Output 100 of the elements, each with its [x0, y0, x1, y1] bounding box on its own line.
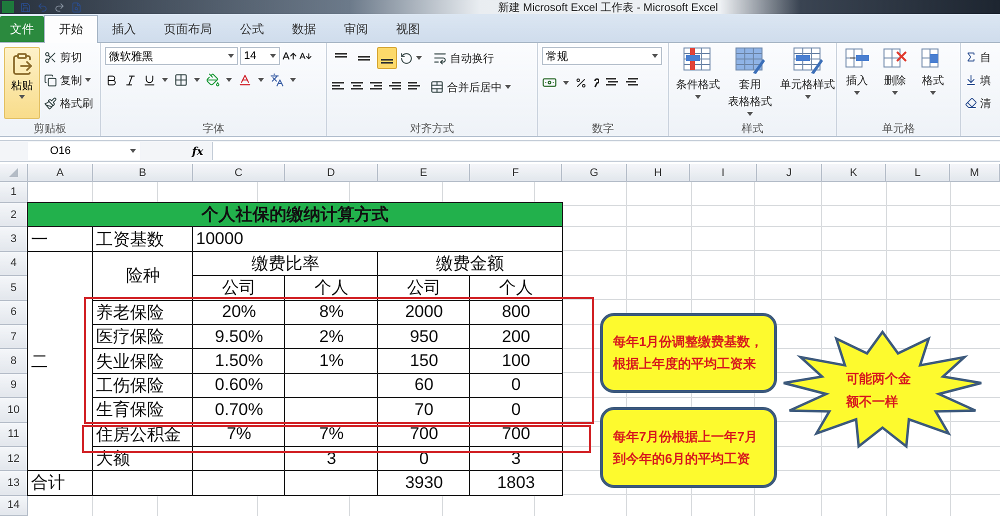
- column-header[interactable]: E: [378, 164, 470, 182]
- clipboard-action[interactable]: 格式刷: [44, 93, 93, 113]
- number-format-field[interactable]: 常规: [542, 47, 662, 65]
- clipboard-icon[interactable]: [10, 52, 34, 76]
- style-button[interactable]: 条件格式: [673, 47, 723, 122]
- caret-icon[interactable]: [270, 54, 276, 58]
- row-header[interactable]: 6: [0, 300, 28, 325]
- caret-icon[interactable]: [194, 78, 200, 82]
- scissors-icon[interactable]: [44, 50, 57, 64]
- row-header[interactable]: 2: [0, 203, 28, 228]
- column-header[interactable]: L: [886, 164, 950, 182]
- column-header[interactable]: B: [93, 164, 193, 182]
- insert-function-button[interactable]: fx: [192, 144, 208, 158]
- column-header[interactable]: K: [822, 164, 886, 182]
- caret-icon[interactable]: [505, 85, 511, 89]
- caret-icon[interactable]: [85, 78, 91, 82]
- style-button[interactable]: 套用 表格格式: [725, 47, 775, 122]
- row-header[interactable]: 11: [0, 422, 28, 447]
- sum-icon[interactable]: [965, 51, 977, 63]
- cells-button[interactable]: 插入: [841, 47, 873, 122]
- caret-icon[interactable]: [416, 56, 422, 60]
- cells-button[interactable]: 格式: [917, 47, 949, 122]
- clipboard-action[interactable]: 剪切: [44, 47, 93, 67]
- ribbon-tab[interactable]: 审阅: [330, 16, 382, 42]
- name-box[interactable]: O16: [28, 142, 140, 160]
- decrease-decimal-icon[interactable]: [625, 76, 639, 88]
- caret-icon[interactable]: [854, 91, 860, 95]
- ribbon-tab[interactable]: 开始: [44, 15, 98, 43]
- row-header[interactable]: 14: [0, 496, 28, 516]
- column-header[interactable]: A: [28, 164, 93, 182]
- caret-icon[interactable]: [892, 91, 898, 95]
- font-size-field[interactable]: 14: [240, 47, 280, 65]
- paintbrush-icon[interactable]: [44, 96, 57, 110]
- column-header[interactable]: C: [193, 164, 285, 182]
- column-header[interactable]: D: [285, 164, 378, 182]
- row-header[interactable]: 10: [0, 398, 28, 423]
- bold-icon[interactable]: [105, 74, 118, 86]
- eraser-icon[interactable]: [965, 97, 977, 109]
- caret-icon[interactable]: [162, 78, 168, 82]
- row-header[interactable]: 7: [0, 324, 28, 350]
- wrap-text-icon[interactable]: [433, 51, 447, 65]
- column-header[interactable]: M: [950, 164, 1000, 182]
- caret-icon[interactable]: [258, 78, 264, 82]
- row-header[interactable]: 13: [0, 471, 28, 496]
- copy-icon[interactable]: [44, 74, 57, 86]
- caret-icon[interactable]: [652, 54, 658, 58]
- clipboard-action[interactable]: 复制: [44, 70, 93, 90]
- column-header[interactable]: F: [470, 164, 562, 182]
- fill-color-icon[interactable]: [206, 73, 220, 87]
- ribbon-tab[interactable]: 文件: [0, 16, 44, 42]
- caret-icon[interactable]: [804, 95, 810, 99]
- caret-icon[interactable]: [130, 149, 136, 153]
- ribbon-tab[interactable]: 数据: [278, 16, 330, 42]
- font-name-field[interactable]: 微软雅黑: [105, 47, 238, 65]
- redo-icon[interactable]: [54, 2, 65, 12]
- ribbon-tab[interactable]: 插入: [98, 16, 150, 42]
- paste-button[interactable]: 粘贴: [4, 47, 40, 119]
- fill-down-icon[interactable]: [965, 74, 977, 86]
- comma-style-icon[interactable]: [593, 78, 599, 88]
- phonetic-icon[interactable]: [270, 73, 284, 87]
- currency-icon[interactable]: [542, 75, 557, 90]
- italic-icon[interactable]: [124, 74, 137, 86]
- caret-icon[interactable]: [563, 80, 569, 84]
- borders-icon[interactable]: [174, 73, 188, 87]
- caret-icon[interactable]: [19, 95, 25, 99]
- row-header[interactable]: 1: [0, 182, 28, 203]
- cells-button[interactable]: 删除: [879, 47, 911, 122]
- row-header[interactable]: 9: [0, 374, 28, 398]
- orientation-icon[interactable]: [400, 52, 413, 64]
- caret-icon[interactable]: [695, 95, 701, 99]
- column-header[interactable]: H: [627, 164, 690, 182]
- style-button[interactable]: 单元格样式: [777, 47, 836, 122]
- merge-center-button[interactable]: 合并后居中: [430, 77, 511, 97]
- editing-button[interactable]: 填: [965, 70, 991, 90]
- ribbon-tab[interactable]: 页面布局: [150, 16, 226, 42]
- font-color-icon[interactable]: [238, 73, 252, 87]
- merge-cells-icon[interactable]: [430, 80, 444, 94]
- caret-icon[interactable]: [228, 54, 234, 58]
- editing-button[interactable]: 清: [965, 93, 991, 113]
- table-format-icon[interactable]: [735, 47, 765, 75]
- cell-style-icon[interactable]: [792, 47, 822, 75]
- ribbon-tab[interactable]: 公式: [226, 16, 278, 42]
- row-header[interactable]: 3: [0, 227, 28, 252]
- caret-icon[interactable]: [290, 78, 296, 82]
- caret-icon[interactable]: [930, 91, 936, 95]
- underline-icon[interactable]: [143, 74, 156, 86]
- row-header[interactable]: 12: [0, 446, 28, 472]
- row-header[interactable]: 5: [0, 276, 28, 301]
- row-header[interactable]: 4: [0, 252, 28, 276]
- caret-icon[interactable]: [747, 112, 753, 116]
- column-header[interactable]: I: [690, 164, 757, 182]
- column-header[interactable]: J: [757, 164, 822, 182]
- editing-button[interactable]: 自: [965, 47, 991, 67]
- ribbon-tab[interactable]: 视图: [382, 16, 434, 42]
- percent-icon[interactable]: [575, 76, 587, 88]
- column-header[interactable]: G: [562, 164, 627, 182]
- row-header[interactable]: 8: [0, 349, 28, 374]
- wrap-text-button[interactable]: 自动换行: [433, 48, 494, 68]
- increase-decimal-icon[interactable]: [605, 76, 619, 88]
- formula-input[interactable]: [212, 142, 1000, 160]
